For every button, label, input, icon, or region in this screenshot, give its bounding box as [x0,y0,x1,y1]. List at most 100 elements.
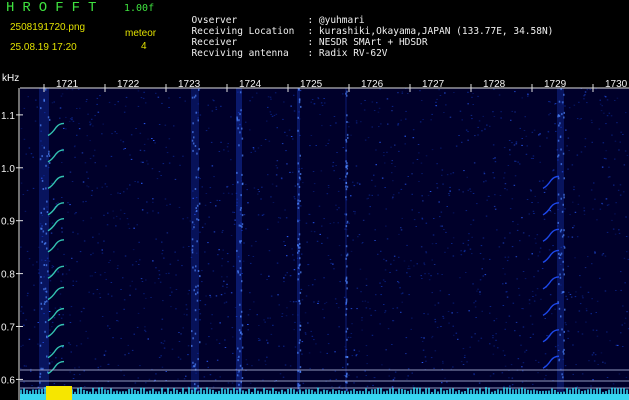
band-speck [192,337,194,340]
baseline-spike [368,391,370,394]
noise-speck [624,282,626,284]
noise-speck [441,169,444,171]
noise-speck [444,377,446,379]
noise-speck [284,274,287,276]
noise-speck [143,150,146,152]
noise-speck [67,202,69,204]
noise-speck [546,137,548,139]
noise-speck [381,364,383,366]
noise-speck [489,343,491,345]
noise-speck [360,291,362,293]
noise-speck [401,301,403,303]
noise-speck [596,335,599,337]
noise-speck [522,326,525,328]
noise-speck [152,201,154,203]
noise-speck [591,122,593,124]
noise-speck [143,143,146,145]
noise-speck [579,303,582,305]
noise-speck [321,242,323,244]
noise-speck [452,325,454,327]
noise-speck [309,145,311,147]
noise-speck [363,109,366,111]
noise-speck [57,270,59,272]
noise-speck [270,295,273,297]
noise-speck [565,129,567,131]
noise-speck [340,254,343,256]
noise-speck [78,123,80,125]
band-speck [564,308,566,311]
band-speck [240,207,242,209]
noise-speck [519,240,521,242]
noise-speck [350,308,353,310]
noise-speck [605,198,607,200]
band-speck [239,241,242,244]
noise-speck [33,309,36,311]
noise-speck [319,233,321,235]
noise-speck [465,210,468,212]
noise-speck [532,158,534,159]
noise-speck [63,253,65,255]
noise-speck [293,259,295,261]
baseline-spike [584,390,586,394]
noise-speck [137,181,139,183]
band-speck [241,214,244,217]
noise-speck [459,110,462,112]
baseline-spike [548,390,550,394]
band-speck [346,220,349,223]
noise-speck [205,343,207,345]
noise-speck [116,267,119,269]
noise-speck [243,242,245,244]
noise-speck [581,373,584,375]
noise-speck [49,274,51,276]
noise-speck [158,171,161,173]
noise-speck [89,121,91,123]
band-speck [191,330,193,333]
noise-speck [614,100,616,101]
noise-speck [470,114,473,116]
baseline-spike [338,390,340,394]
noise-speck [97,111,100,113]
baseline-spike [539,391,541,394]
noise-speck [571,236,574,238]
noise-speck [606,377,609,378]
noise-speck [449,116,452,118]
noise-speck [135,288,137,290]
noise-speck [583,213,586,215]
noise-speck [599,277,601,279]
noise-speck [226,276,228,278]
capture-datetime: 25.08.19 17:20 [10,42,77,53]
noise-speck [604,255,607,257]
noise-speck [575,364,577,366]
band-speck [45,290,48,293]
noise-speck [199,300,202,302]
baseline-spike [401,389,403,394]
noise-speck [25,319,27,321]
band-speck [195,285,197,288]
noise-speck [623,164,626,166]
noise-speck [597,364,599,365]
noise-speck [461,141,463,143]
band-speck [346,265,348,268]
noise-speck [117,364,120,366]
noise-speck [600,352,603,354]
band-speck [43,288,45,291]
noise-speck [249,382,252,384]
noise-speck [477,340,480,342]
noise-speck [215,295,218,297]
noise-speck [188,289,190,291]
noise-speck [447,247,449,249]
noise-speck [28,147,31,149]
noise-speck [460,250,462,252]
noise-speck [619,184,622,186]
band-speck [563,273,565,276]
noise-speck [61,93,64,95]
noise-speck [34,120,37,122]
baseline-spike [503,387,505,394]
noise-speck [201,270,203,272]
band-speck [242,182,244,185]
noise-speck [371,101,374,103]
noise-speck [89,275,92,277]
noise-speck [522,370,524,372]
noise-speck [164,124,167,126]
noise-speck [83,308,85,310]
